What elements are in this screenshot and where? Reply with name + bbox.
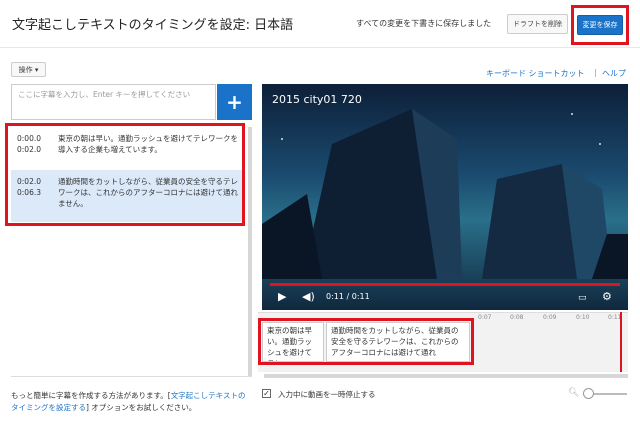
save-button[interactable]: 変更を保存 [577,15,623,35]
star [281,138,283,140]
star [571,113,573,115]
save-button-highlight: 変更を保存 [571,5,629,45]
help-link[interactable]: ヘルプ [602,68,626,79]
settings-icon[interactable]: ⚙ [602,290,612,303]
subtitles-icon[interactable]: ▭ [578,293,587,303]
actions-dropdown[interactable]: 操作 ▾ [11,62,46,77]
timeline-tick: 0:09 [543,314,557,321]
discard-draft-button[interactable]: ドラフトを削除 [507,14,568,34]
play-icon[interactable]: ▶ [278,290,286,303]
header-divider [0,47,640,48]
timeline-tick: 0:08 [510,314,524,321]
caption-list-divider [11,376,252,377]
star [599,143,601,145]
caption-input[interactable]: ここに字幕を入力し、Enter キーを押してください [11,84,216,120]
timeline-highlight [258,318,474,365]
video-title: 2015 city01 720 [272,93,362,106]
tip-text-before: もっと簡単に字幕を作成する方法があります。[ [11,391,171,400]
zoom-slider-handle[interactable] [583,388,594,399]
caption-list-scrollbar[interactable] [248,127,252,377]
video-time: 0:11 / 0:11 [326,292,370,301]
tip-text-after: ] オプションをお試しください。 [86,403,197,412]
playhead[interactable] [620,312,622,372]
video-progress-bar[interactable] [270,283,620,286]
building [482,164,577,279]
tip-note: もっと簡単に字幕を作成する方法があります。[文字起こしテキストのタイミングを設定… [11,390,251,414]
video-player[interactable]: 2015 city01 720 ▶ ◀) 0:11 / 0:11 ▭ ⚙ [262,84,628,310]
pause-while-typing-checkbox[interactable]: ✓ [262,389,271,398]
timeline-tick: 0:07 [478,314,492,321]
caption-list-highlight [5,123,245,226]
save-status: すべての変更を下書きに保存しました [356,19,492,28]
page-title: 文字起こしテキストのタイミングを設定: 日本語 [12,18,294,33]
building [262,194,322,279]
link-separator: | [594,68,597,77]
city-buildings-image [262,109,628,279]
keyboard-shortcuts-link[interactable]: キーボード ショートカット [486,68,585,79]
timeline-tick: 0:10 [576,314,590,321]
zoom-icon: 🔍︎ [568,388,580,398]
volume-icon[interactable]: ◀) [302,290,315,303]
add-caption-button[interactable]: + [217,84,252,120]
timeline-scrollbar[interactable] [264,374,628,378]
pause-while-typing-label[interactable]: 入力中に動画を一時停止する [278,389,376,400]
